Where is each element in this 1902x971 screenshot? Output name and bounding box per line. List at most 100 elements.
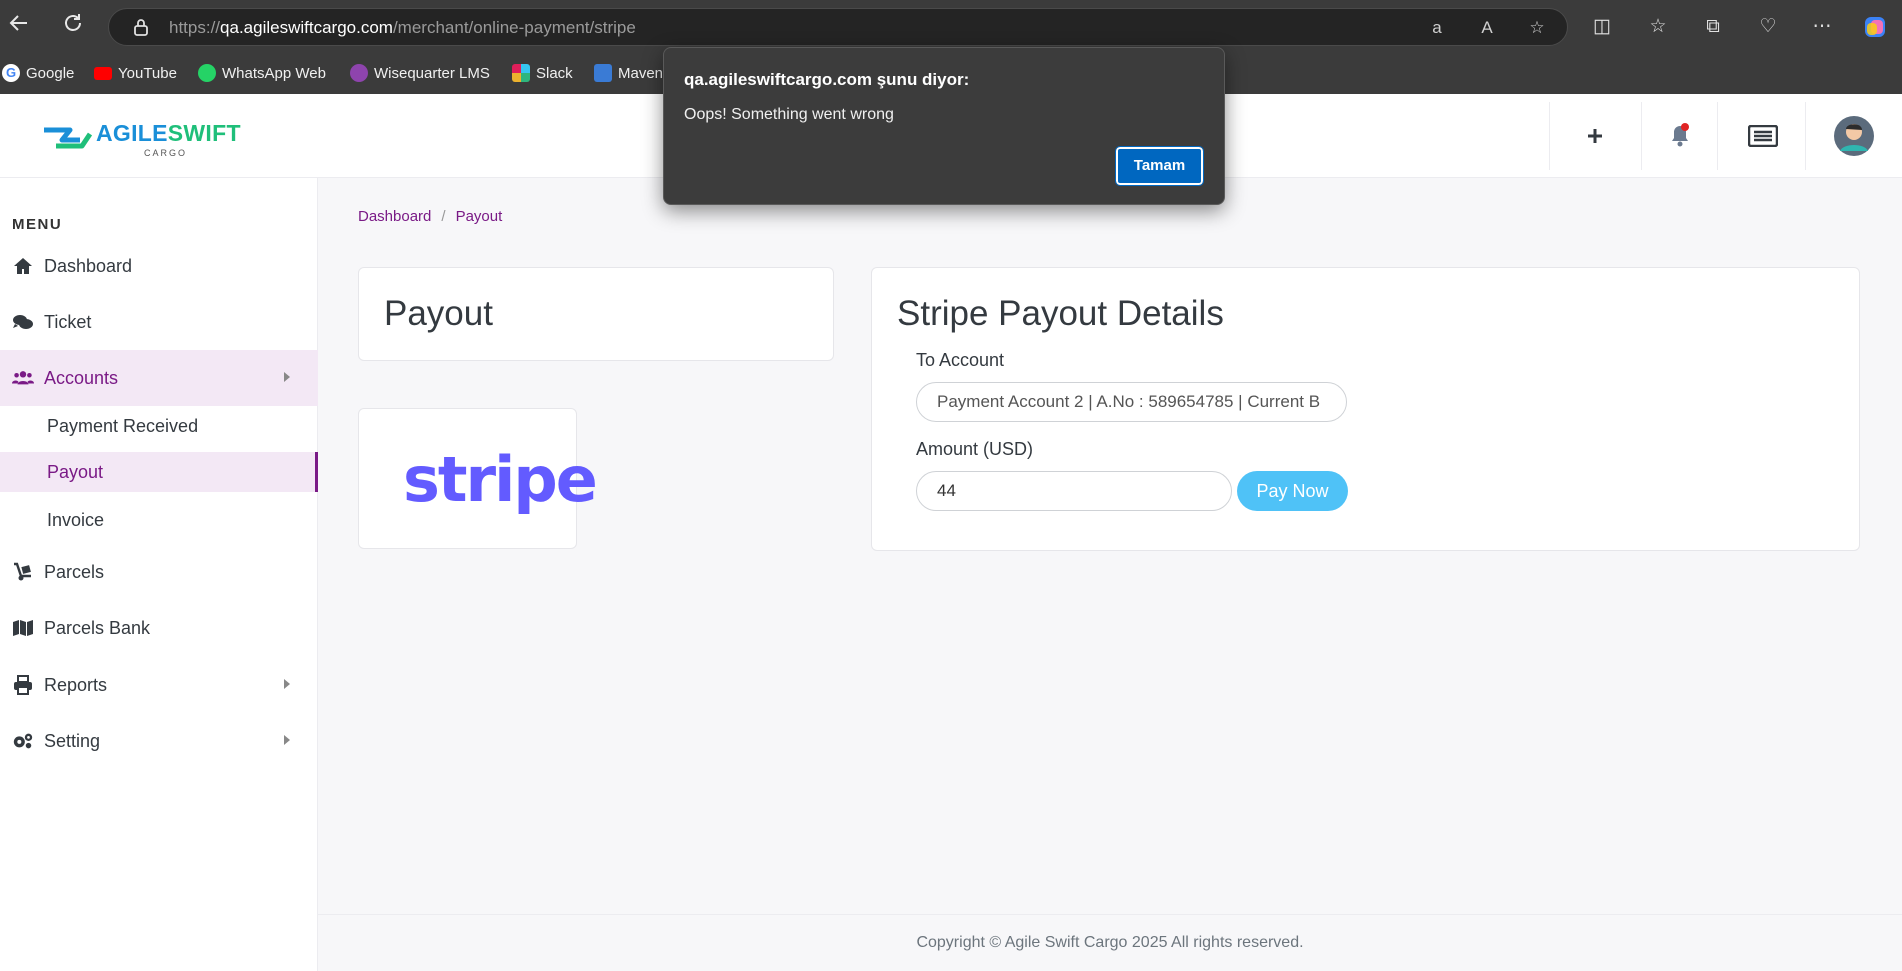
add-button[interactable] — [1549, 102, 1639, 170]
logo-subtitle: CARGO — [144, 148, 188, 158]
plus-icon — [1587, 129, 1602, 143]
cogs-icon — [12, 730, 34, 752]
sidebar-subitem-label: Payout — [47, 461, 104, 482]
payout-title-card: Payout — [358, 267, 834, 361]
sidebar-item-label: Parcels — [44, 561, 105, 582]
url-host: qa.agileswiftcargo.com — [220, 18, 393, 37]
sidebar-item-label: Accounts — [44, 367, 119, 388]
browser-toolbar: https://qa.agileswiftcargo.com/merchant/… — [0, 0, 1902, 54]
pay-now-button[interactable]: Pay Now — [1237, 471, 1348, 511]
sidebar-item-label: Parcels Bank — [44, 617, 151, 638]
url-scheme: https:// — [169, 18, 221, 37]
split-screen-icon[interactable]: ◫ — [1589, 14, 1615, 40]
sidebar-item-label: Reports — [44, 674, 108, 695]
bookmark-label: YouTube — [118, 64, 177, 82]
logo-icon — [44, 127, 93, 149]
bookmark-whatsapp[interactable]: WhatsApp Web — [198, 62, 326, 84]
logo-text: AGILESWIFT — [96, 120, 241, 147]
read-aloud-icon[interactable]: A — [1476, 17, 1498, 39]
sidebar-subitem-invoice[interactable]: Invoice — [0, 500, 318, 540]
sidebar-item-accounts[interactable]: Accounts — [0, 350, 318, 406]
more-icon[interactable]: ⋯ — [1809, 14, 1835, 40]
url-text[interactable]: https://qa.agileswiftcargo.com/merchant/… — [169, 18, 636, 38]
copilot-icon[interactable] — [1862, 14, 1888, 40]
sidebar-subitem-label: Payment Received — [47, 415, 199, 436]
star-icon[interactable]: ☆ — [1526, 17, 1548, 39]
translate-icon[interactable]: a — [1426, 17, 1448, 39]
google-icon: G — [2, 64, 20, 82]
bookmark-maven[interactable]: Maven — [594, 62, 663, 84]
favorites-icon[interactable]: ☆ — [1645, 14, 1671, 40]
health-icon[interactable]: ♡ — [1755, 14, 1781, 40]
sidebar-item-parcels-bank[interactable]: Parcels Bank — [0, 600, 318, 656]
breadcrumb-dashboard-link[interactable]: Dashboard — [358, 208, 431, 225]
sidebar-subitem-payment-received[interactable]: Payment Received — [0, 406, 318, 446]
bookmark-wisequarter[interactable]: Wisequarter LMS — [350, 62, 490, 84]
page-title: Payout — [384, 294, 493, 333]
stripe-method-card[interactable]: stripe — [358, 408, 598, 549]
breadcrumb-current: Payout — [455, 208, 503, 225]
comments-icon — [12, 311, 34, 333]
collections-icon[interactable]: ⧉ — [1700, 14, 1726, 40]
news-button[interactable] — [1717, 102, 1807, 170]
url-path: /merchant/online-payment/stripe — [392, 18, 636, 37]
home-icon — [12, 255, 34, 277]
whatsapp-icon — [198, 64, 216, 82]
newspaper-icon — [1747, 125, 1778, 147]
chevron-right-icon — [284, 372, 290, 382]
dialog-message: Oops! Something went wrong — [684, 106, 894, 123]
print-icon — [12, 674, 34, 696]
breadcrumb-separator: / — [441, 208, 446, 225]
logo-text-agile: AGILE — [96, 120, 168, 146]
sidebar: MENU Dashboard Ticket Accounts Payment R… — [0, 178, 318, 971]
user-menu[interactable] — [1805, 102, 1902, 170]
avatar — [1834, 116, 1874, 156]
sidebar-item-setting[interactable]: Setting — [0, 713, 318, 769]
bookmark-label: Maven — [618, 64, 664, 82]
sidebar-item-ticket[interactable]: Ticket — [0, 294, 318, 350]
chevron-right-icon — [284, 679, 290, 689]
amount-label: Amount (USD) — [916, 439, 1034, 459]
maven-icon — [594, 64, 612, 82]
bookmark-label: Slack — [536, 64, 573, 82]
sidebar-item-reports[interactable]: Reports — [0, 657, 318, 713]
app-logo[interactable]: AGILESWIFT CARGO — [40, 118, 241, 158]
bookmark-label: Wisequarter LMS — [374, 64, 490, 82]
web-page: AGILESWIFT CARGO MENU Dashboard Ticket A… — [0, 94, 1902, 971]
chevron-right-icon — [284, 735, 290, 745]
bookmark-label: Google — [26, 64, 75, 82]
menu-title: MENU — [12, 216, 63, 233]
dolly-icon — [12, 561, 34, 583]
to-account-select[interactable]: Payment Account 2 | A.No : 589654785 | C… — [916, 382, 1347, 422]
sidebar-subitem-label: Invoice — [47, 509, 105, 530]
bookmark-slack[interactable]: Slack — [512, 62, 573, 84]
dialog-ok-button[interactable]: Tamam — [1115, 146, 1204, 186]
back-icon[interactable] — [2, 10, 36, 44]
alert-dialog: qa.agileswiftcargo.com şunu diyor: Oops!… — [663, 47, 1225, 205]
lock-icon[interactable] — [131, 17, 151, 37]
wisequarter-icon — [350, 64, 368, 82]
map-icon — [12, 617, 34, 639]
refresh-icon[interactable] — [56, 10, 90, 44]
bookmark-youtube[interactable]: YouTube — [94, 62, 177, 84]
bookmark-google[interactable]: G Google — [2, 62, 74, 84]
breadcrumb: Dashboard / Payout — [358, 208, 502, 225]
sidebar-item-label: Dashboard — [44, 255, 133, 276]
sidebar-item-label: Setting — [44, 730, 101, 751]
stripe-payout-details-card: Stripe Payout Details To Account Payment… — [871, 267, 1860, 551]
sidebar-item-dashboard[interactable]: Dashboard — [0, 238, 318, 294]
logo-text-swift: SWIFT — [167, 120, 241, 146]
footer-copyright: Copyright © Agile Swift Cargo 2025 All r… — [318, 914, 1902, 971]
sidebar-subitem-payout[interactable]: Payout — [0, 452, 318, 492]
address-bar[interactable]: https://qa.agileswiftcargo.com/merchant/… — [108, 8, 1568, 46]
to-account-label: To Account — [916, 350, 1005, 370]
youtube-icon — [94, 66, 112, 80]
details-title: Stripe Payout Details — [897, 294, 1224, 333]
sidebar-item-parcels[interactable]: Parcels — [0, 544, 318, 600]
stripe-logo: stripe — [403, 443, 598, 516]
amount-input[interactable]: 44 — [916, 471, 1232, 511]
users-icon — [12, 367, 34, 389]
bookmark-label: WhatsApp Web — [222, 64, 326, 82]
notifications-button[interactable] — [1641, 102, 1717, 170]
sidebar-item-label: Ticket — [44, 311, 92, 332]
